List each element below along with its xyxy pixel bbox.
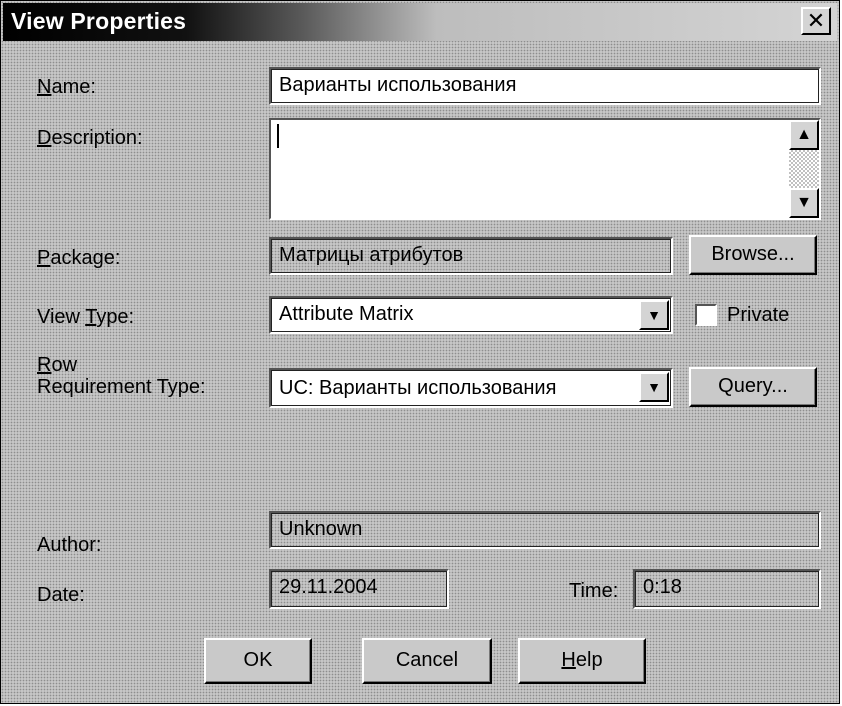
date-field: 29.11.2004 — [269, 569, 449, 609]
query-button[interactable]: Query... — [689, 367, 817, 407]
row-label-mnemonic: R — [37, 354, 52, 376]
view-properties-dialog: View Properties ✕ Name: Варианты использ… — [0, 0, 840, 704]
close-button[interactable]: ✕ — [801, 7, 831, 35]
author-field: Unknown — [269, 511, 821, 549]
arrow-down-icon[interactable]: ▼ — [789, 188, 819, 218]
row-label-rest: ow — [51, 354, 78, 376]
row-requirement-type-select[interactable]: UC: Варианты использования ▼ — [269, 368, 673, 408]
browse-button[interactable]: Browse... — [689, 235, 817, 275]
view-type-value: Attribute Matrix — [279, 303, 414, 325]
browse-button-label: Browse... — [711, 243, 795, 265]
chevron-down-icon[interactable]: ▼ — [639, 372, 669, 402]
help-button[interactable]: Help — [518, 638, 646, 684]
name-label-mnemonic: N — [37, 76, 52, 98]
description-scrollbar[interactable]: ▲ ▼ — [789, 120, 819, 218]
help-button-rest: elp — [575, 649, 603, 671]
time-field: 0:18 — [633, 569, 821, 609]
row-requirement-type-value: UC: Варианты использования — [279, 377, 557, 399]
chevron-down-icon[interactable]: ▼ — [639, 300, 669, 330]
private-label: Private — [727, 304, 790, 326]
package-label-mnemonic: P — [37, 247, 51, 269]
text-caret — [277, 124, 279, 148]
cancel-button[interactable]: Cancel — [362, 638, 492, 684]
arrow-up-icon[interactable]: ▲ — [789, 120, 819, 150]
description-label-mnemonic: D — [37, 127, 52, 149]
name-label-rest: ame: — [51, 76, 96, 98]
window-title: View Properties — [11, 8, 187, 34]
help-button-mnemonic: H — [561, 649, 576, 671]
description-label: Description: — [37, 126, 143, 150]
description-textarea[interactable]: ▲ ▼ — [269, 118, 821, 220]
name-input[interactable]: Варианты использования — [269, 67, 821, 105]
name-label: Name: — [37, 75, 96, 99]
ok-button-label: OK — [243, 649, 273, 671]
cancel-button-label: Cancel — [395, 649, 459, 671]
row-label: Row — [37, 353, 77, 377]
requirement-type-label: Requirement Type: — [37, 376, 206, 398]
close-icon: ✕ — [806, 8, 826, 33]
package-field: Матрицы атрибутов — [269, 237, 673, 275]
query-button-label: Query... — [718, 375, 788, 397]
package-label: Package: — [37, 246, 120, 270]
package-label-rest: ackage: — [50, 247, 121, 269]
private-checkbox[interactable] — [695, 304, 717, 326]
view-type-label: View Type: — [37, 306, 135, 328]
author-label: Author: — [37, 534, 102, 556]
date-label: Date: — [37, 584, 85, 606]
time-label: Time: — [569, 580, 619, 602]
title-bar[interactable]: View Properties ✕ — [3, 3, 837, 41]
ok-button[interactable]: OK — [204, 638, 312, 684]
description-label-rest: escription: — [51, 127, 143, 149]
view-type-select[interactable]: Attribute Matrix ▼ — [269, 296, 673, 334]
